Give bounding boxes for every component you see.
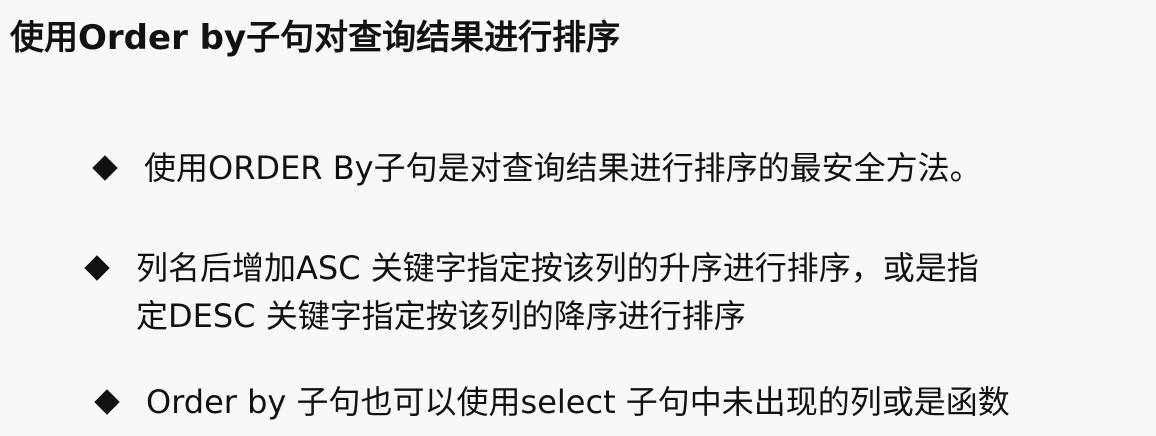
- diamond-bullet-icon: [94, 389, 120, 415]
- diamond-bullet-icon: [92, 155, 118, 181]
- bullet-item: 使用ORDER By子句是对查询结果进行排序的最安全方法。: [92, 144, 982, 192]
- bullet-text-line: 定DESC 关键字指定按该列的降序进行排序: [136, 297, 746, 335]
- slide-title: 使用Order by子句对查询结果进行排序: [10, 18, 621, 58]
- bullet-text: 列名后增加ASC 关键字指定按该列的升序进行排序，或是指 定DESC 关键字指定…: [136, 244, 979, 340]
- bullet-item: Order by 子句也可以使用select 子句中未出现的列或是函数: [94, 378, 1010, 426]
- bullet-text: Order by 子句也可以使用select 子句中未出现的列或是函数: [146, 383, 1010, 421]
- bullet-text-line: 列名后增加ASC 关键字指定按该列的升序进行排序，或是指: [136, 249, 979, 287]
- diamond-bullet-icon: [84, 255, 110, 281]
- bullet-text: 使用ORDER By子句是对查询结果进行排序的最安全方法。: [144, 149, 982, 187]
- slide: 使用Order by子句对查询结果进行排序 使用ORDER By子句是对查询结果…: [0, 0, 1156, 436]
- bullet-item: 列名后增加ASC 关键字指定按该列的升序进行排序，或是指 定DESC 关键字指定…: [84, 244, 979, 340]
